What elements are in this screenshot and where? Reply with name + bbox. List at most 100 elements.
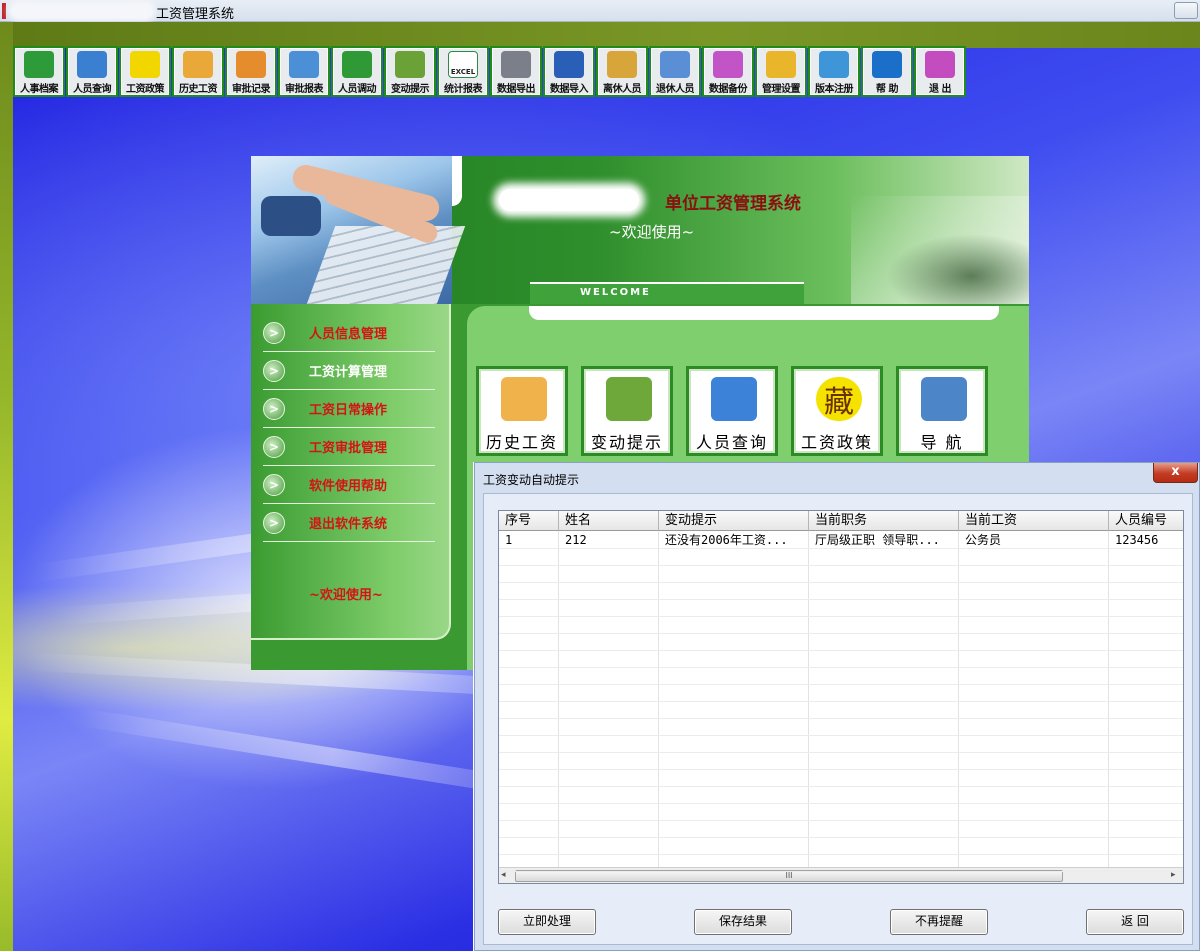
toolbar-label: 统计报表 <box>444 84 483 95</box>
toolbar-button-5[interactable]: 审批报表 <box>278 46 330 97</box>
menu-item-4[interactable]: > 软件使用帮助 <box>263 466 435 504</box>
toolbar-button-7[interactable]: 变动提示 <box>384 46 436 97</box>
toolbar-label: 管理设置 <box>762 84 801 95</box>
magnifier-book-icon <box>711 377 757 421</box>
toolbar-button-12[interactable]: 退休人员 <box>649 46 701 97</box>
table-cell[interactable]: 212 <box>559 532 659 549</box>
welcome-label: WELCOME <box>580 287 651 298</box>
photo-folder-icon <box>607 51 637 78</box>
column-header[interactable]: 序号 <box>499 511 559 531</box>
quick-button-2[interactable]: 人员查询 <box>686 366 778 456</box>
grid-row-line <box>499 582 1183 583</box>
arrow-right-icon: > <box>263 397 285 420</box>
recycle-arrows-icon <box>342 51 372 78</box>
menu-item-2[interactable]: > 工资日常操作 <box>263 390 435 428</box>
people-files-icon <box>24 51 54 78</box>
return-button[interactable]: 返 回 <box>1086 909 1184 935</box>
folder-coins-icon <box>183 51 213 78</box>
quick-button-label: 变动提示 <box>590 433 663 452</box>
help-question-icon <box>872 51 902 78</box>
window-control-button[interactable] <box>1174 2 1198 19</box>
folder-coins-icon <box>501 377 547 421</box>
satellite-icon <box>921 377 967 421</box>
toolbar-button-1[interactable]: 人员查询 <box>66 46 118 97</box>
grid-row-line <box>499 701 1183 702</box>
arrow-right-icon: > <box>263 511 285 534</box>
quick-button-label: 人员查询 <box>695 433 768 452</box>
toolbar-button-2[interactable]: 工资政策 <box>119 46 171 97</box>
quick-button-label: 历史工资 <box>485 433 558 452</box>
grid-row-line <box>499 616 1183 617</box>
quick-button-3[interactable]: 藏工资政策 <box>791 366 883 456</box>
menu-item-1[interactable]: > 工资计算管理 <box>263 352 435 390</box>
excel-caption: EXCEL <box>450 67 476 76</box>
quick-button-label: 导 航 <box>920 433 964 452</box>
menu-item-3[interactable]: > 工资审批管理 <box>263 428 435 466</box>
keyboard-photo <box>251 156 466 304</box>
toolbar-label: 人事档案 <box>20 84 59 95</box>
menu-item-0[interactable]: > 人员信息管理 <box>263 314 435 352</box>
toolbar-button-15[interactable]: 版本注册 <box>808 46 860 97</box>
toolbar-button-13[interactable]: 数据备份 <box>702 46 754 97</box>
toolbar-button-4[interactable]: 审批记录 <box>225 46 277 97</box>
grid-row-line <box>499 803 1183 804</box>
welcome-banner: WELCOME <box>530 282 804 304</box>
padlock-icon <box>766 51 796 78</box>
grid-row-line <box>499 786 1183 787</box>
table-cell[interactable]: 123456 <box>1109 532 1183 549</box>
toolbar-button-14[interactable]: 管理设置 <box>755 46 807 97</box>
printer-export-icon <box>501 51 531 78</box>
quick-button-4[interactable]: 导 航 <box>896 366 988 456</box>
toolbar-button-10[interactable]: 数据导入 <box>543 46 595 97</box>
column-header[interactable]: 变动提示 <box>659 511 809 531</box>
table-cell[interactable]: 还没有2006年工资... <box>659 532 809 549</box>
change-grid[interactable]: ◂ III ▸ 序号 姓名 变动提示 当前职务 当前工资 人员编号 1 212 还没有2006年… <box>498 510 1184 884</box>
welcome-text: ~欢迎使用~ <box>609 223 695 241</box>
column-header[interactable]: 当前工资 <box>959 511 1109 531</box>
photo-folder-blue-icon <box>660 51 690 78</box>
close-button[interactable]: x <box>1153 463 1198 483</box>
menu-item-label: 工资审批管理 <box>309 441 388 456</box>
column-header[interactable]: 姓名 <box>559 511 659 531</box>
toolbar-label: 审批报表 <box>285 84 324 95</box>
toolbar-label: 工资政策 <box>126 84 165 95</box>
grid-row-line <box>499 718 1183 719</box>
toolbar-button-11[interactable]: 离休人员 <box>596 46 648 97</box>
save-result-button[interactable]: 保存结果 <box>694 909 792 935</box>
menu-item-label: 软件使用帮助 <box>309 479 388 494</box>
quick-button-1[interactable]: 变动提示 <box>581 366 673 456</box>
process-now-button[interactable]: 立即处理 <box>498 909 596 935</box>
toolbar-button-0[interactable]: 人事档案 <box>13 46 65 97</box>
header-banner: 单位工资管理系统 ~欢迎使用~ WELCOME <box>251 156 1029 304</box>
app-icon <box>2 3 6 19</box>
alarm-clock-icon <box>395 51 425 78</box>
horizontal-scrollbar[interactable]: ◂ III ▸ <box>499 867 1183 883</box>
toolbar-label: 数据导出 <box>497 84 536 95</box>
toolbar-button-9[interactable]: 数据导出 <box>490 46 542 97</box>
no-remind-button[interactable]: 不再提醒 <box>890 909 988 935</box>
menu-item-label: 退出软件系统 <box>309 517 388 532</box>
quick-button-0[interactable]: 历史工资 <box>476 366 568 456</box>
header-notch <box>452 156 462 206</box>
toolbar-label: 历史工资 <box>179 84 218 95</box>
menu-footer: ~欢迎使用~ <box>309 588 383 603</box>
column-header[interactable]: 当前职务 <box>809 511 959 531</box>
sleeve-shape <box>261 196 321 236</box>
toolbar-button-17[interactable]: 退 出 <box>914 46 966 97</box>
table-cell[interactable]: 厅局级正职 领导职... <box>809 532 959 549</box>
window-title: 工资管理系统 <box>156 7 235 22</box>
column-header[interactable]: 人员编号 <box>1109 511 1183 531</box>
toolbar-label: 数据导入 <box>550 84 589 95</box>
grid-row-line <box>499 667 1183 668</box>
menu-item-5[interactable]: > 退出软件系统 <box>263 504 435 542</box>
toolbar-button-8[interactable]: EXCEL 统计报表 <box>437 46 489 97</box>
table-cell[interactable]: 公务员 <box>959 532 1109 549</box>
toolbar-button-3[interactable]: 历史工资 <box>172 46 224 97</box>
keyboard-keys <box>306 226 466 304</box>
grid-row-line <box>499 633 1183 634</box>
toolbar-button-6[interactable]: 人员调动 <box>331 46 383 97</box>
table-cell[interactable]: 1 <box>499 532 559 549</box>
toolbar-button-16[interactable]: 帮 助 <box>861 46 913 97</box>
grid-row-line <box>499 650 1183 651</box>
side-menu: ~欢迎使用~ > 人员信息管理 > 工资计算管理 > 工资日常操作 > 工资审批管理 > 软件使用… <box>251 304 451 640</box>
